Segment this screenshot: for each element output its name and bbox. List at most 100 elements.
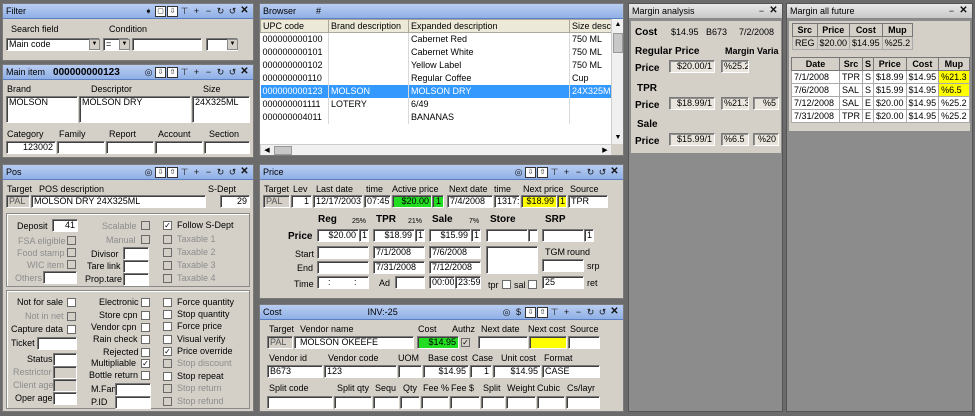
client-age-field[interactable] [53, 379, 77, 392]
close-icon[interactable]: ✕ [239, 167, 250, 178]
sale-end-field[interactable]: 7/12/2008 [429, 261, 481, 274]
section-field[interactable] [204, 141, 250, 154]
col-brand-description[interactable]: Brand description [328, 19, 409, 33]
move-down-icon[interactable]: ⇩ [167, 5, 178, 17]
unit-cost-field[interactable]: $14.95 [493, 365, 541, 378]
close-icon[interactable]: ✕ [958, 6, 969, 17]
account-field[interactable] [155, 141, 203, 154]
table-row-selected[interactable]: 000000000123 MOLSON MOLSON DRY 24X325M [260, 84, 611, 98]
cost-source-field[interactable] [568, 336, 600, 349]
table-row[interactable]: 000000000101 Cabernet White 750 ML [260, 45, 611, 59]
dollar-icon[interactable]: $ [513, 307, 524, 318]
col-expanded-description[interactable]: Expanded description [408, 19, 570, 33]
add-icon[interactable]: + [561, 167, 572, 178]
chevron-down-icon[interactable]: ▼ [227, 39, 238, 50]
sale-time-end-field[interactable]: 23:59 [455, 276, 481, 289]
minus-icon[interactable]: − [946, 6, 957, 17]
stop-discount-checkbox[interactable] [163, 359, 172, 368]
visual-verify-checkbox[interactable] [163, 335, 172, 344]
not-for-sale-checkbox[interactable] [67, 298, 76, 307]
prop-tare-field[interactable] [123, 273, 149, 286]
minus-icon[interactable]: − [203, 67, 214, 78]
fsa-checkbox[interactable] [67, 236, 76, 245]
sal-checkbox[interactable] [528, 280, 537, 289]
col-upc-code[interactable]: UPC code [260, 19, 329, 33]
close-icon[interactable]: ✕ [239, 67, 250, 78]
tpr-start-field[interactable]: 7/1/2008 [373, 246, 425, 259]
refresh-icon[interactable]: ↻ [585, 167, 596, 178]
stop-quantity-checkbox[interactable] [163, 310, 172, 319]
taxable-2-checkbox[interactable] [163, 248, 172, 257]
close-icon[interactable]: ✕ [609, 167, 620, 178]
active-price-field[interactable]: $20.00 [392, 195, 432, 208]
move-up-icon[interactable]: ⇧ [537, 166, 548, 178]
divisor-field[interactable] [123, 247, 149, 260]
sort-icon[interactable]: ⊤ [549, 167, 560, 178]
minus-icon[interactable]: − [203, 167, 214, 178]
vendor-name-field[interactable]: MOLSON OKEEFE [294, 336, 414, 349]
force-quantity-checkbox[interactable] [163, 298, 172, 307]
price-target-field[interactable]: PAL [263, 195, 290, 208]
lev-field[interactable]: 1 [291, 195, 312, 208]
not-in-net-checkbox[interactable] [67, 312, 76, 321]
tpr-end-field[interactable]: 7/31/2008 [373, 261, 425, 274]
authz-checkbox[interactable]: ✓ [461, 338, 470, 347]
refresh-icon[interactable]: ↻ [215, 67, 226, 78]
table-row[interactable]: 000000004011 BANANAS [260, 110, 611, 124]
minus-icon[interactable]: − [573, 307, 584, 318]
cost-next-date-field[interactable] [478, 336, 528, 349]
minus-icon[interactable]: − [573, 167, 584, 178]
target-icon[interactable]: ◎ [143, 167, 154, 178]
next-date-field[interactable]: 7/4/2008 [447, 195, 493, 208]
tare-link-field[interactable] [123, 260, 149, 273]
format-field[interactable]: CASE [542, 365, 600, 378]
store-cpn-checkbox[interactable] [141, 311, 150, 320]
scroll-thumb[interactable] [613, 33, 623, 53]
move-down-icon[interactable]: ⇩ [525, 166, 536, 178]
next-cost-field[interactable] [529, 336, 567, 349]
vendor-id-field[interactable]: B673 [267, 365, 323, 378]
restrictor-field[interactable] [53, 366, 77, 379]
target-icon[interactable]: ◎ [513, 167, 524, 178]
sort-icon[interactable]: ⊤ [179, 6, 190, 17]
fee-pct-field[interactable] [421, 396, 449, 409]
target-icon[interactable]: ◎ [501, 307, 512, 318]
reg-time-field[interactable]: :: [317, 276, 369, 289]
horizontal-scrollbar[interactable]: ◀ ▶ [260, 144, 611, 155]
cubic-field[interactable] [537, 396, 565, 409]
store-price-field[interactable] [486, 229, 528, 242]
mfam-field[interactable] [115, 383, 151, 396]
reg-start-field[interactable] [317, 246, 369, 259]
undo-icon[interactable]: ↺ [597, 307, 608, 318]
move-down-icon[interactable]: ⇩ [155, 66, 166, 78]
next-price-field[interactable]: $18.99 [521, 195, 557, 208]
col-size-desc[interactable]: Size desc [569, 19, 611, 33]
case-field[interactable]: 1 [470, 365, 492, 378]
search-field-select[interactable]: Main code [6, 38, 100, 51]
uom-field[interactable] [398, 365, 422, 378]
multipliable-checkbox[interactable]: ✓ [141, 359, 150, 368]
base-cost-field[interactable]: $14.95 [423, 365, 469, 378]
add-icon[interactable]: + [191, 67, 202, 78]
scroll-up-icon[interactable]: ▲ [612, 19, 623, 31]
next-qty-field[interactable]: 1 [557, 195, 567, 208]
category-field[interactable]: 123002 [6, 141, 56, 154]
reg-price-field[interactable]: $20.00 [317, 229, 359, 242]
chevron-down-icon[interactable]: ▼ [89, 39, 100, 50]
move-up-icon[interactable]: ⇧ [537, 306, 548, 318]
sale-price-field[interactable]: $15.99 [429, 229, 471, 242]
active-qty-field[interactable]: 1 [432, 195, 444, 208]
store-qty-field[interactable] [528, 229, 538, 242]
taxable-3-checkbox[interactable] [163, 261, 172, 270]
rejected-checkbox[interactable] [141, 348, 150, 357]
sale-start-field[interactable]: 7/6/2008 [429, 246, 481, 259]
h-scroll-thumb[interactable] [274, 146, 292, 155]
report-field[interactable] [106, 141, 154, 154]
follow-sdept-checkbox[interactable]: ✓ [163, 221, 172, 230]
rain-check-checkbox[interactable] [141, 335, 150, 344]
minus-icon[interactable]: − [756, 6, 767, 17]
srp-price-field[interactable] [542, 229, 584, 242]
close-icon[interactable]: ✕ [768, 6, 779, 17]
vertical-scrollbar[interactable]: ▲ ▼ [611, 19, 623, 144]
oper-age-field[interactable] [53, 392, 77, 405]
